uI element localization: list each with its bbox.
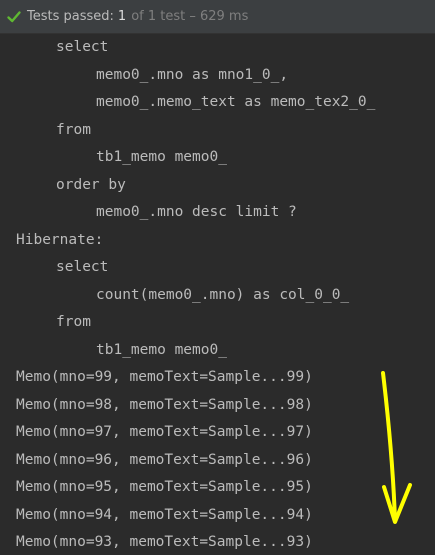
console-line: Memo(mno=97, memoText=Sample...97) — [16, 424, 313, 440]
passed-count: 1 — [117, 9, 127, 24]
console-line: Memo(mno=99, memoText=Sample...99) — [16, 369, 313, 385]
console-line: Memo(mno=95, memoText=Sample...95) — [16, 479, 313, 495]
console-line: from — [56, 314, 91, 330]
console-line: tb1_memo memo0_ — [96, 341, 227, 358]
console-line: memo0_.mno desc limit ? — [96, 204, 297, 220]
console-line: Memo(mno=93, memoText=Sample...93) — [16, 534, 313, 550]
check-icon — [4, 7, 24, 27]
status-label: Tests passed: — [27, 9, 114, 24]
console-line: Memo(mno=96, memoText=Sample...96) — [16, 451, 313, 468]
test-run-window: Tests passed: 1 of 1 test – 629 ms selec… — [0, 0, 435, 555]
console-output[interactable]: select memo0_.mno as mno1_0_, memo0_.mem… — [0, 34, 435, 555]
console-line: order by — [56, 176, 126, 193]
console-line: tb1_memo memo0_ — [96, 149, 227, 165]
console-line: select — [56, 259, 109, 275]
console-line: from — [56, 121, 91, 138]
test-status-bar: Tests passed: 1 of 1 test – 629 ms — [0, 0, 435, 34]
console-line: Memo(mno=94, memoText=Sample...94) — [16, 506, 313, 523]
console-line: Memo(mno=98, memoText=Sample...98) — [16, 396, 313, 413]
console-line: select — [56, 39, 109, 55]
status-detail: of 1 test – 629 ms — [131, 9, 249, 24]
console-line: memo0_.mno as mno1_0_, — [96, 66, 289, 83]
console-line: memo0_.memo_text as memo_tex2_0_ — [96, 94, 376, 110]
console-line: count(memo0_.mno) as col_0_0_ — [96, 286, 350, 303]
console-line: Hibernate: — [16, 231, 104, 248]
